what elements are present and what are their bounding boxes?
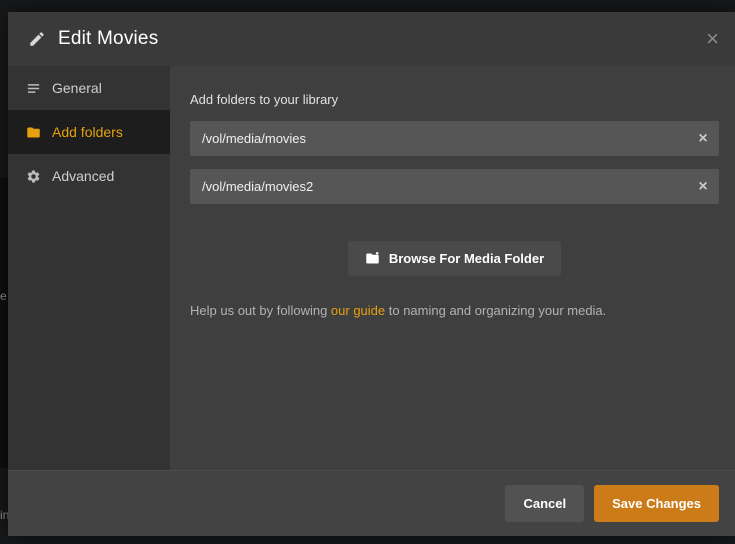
section-label: Add folders to your library <box>190 92 339 107</box>
remove-folder-icon[interactable]: × <box>687 169 719 204</box>
sidebar-item-label: General <box>52 80 102 96</box>
add-folders-panel: Add folders to your library × × Browse F… <box>170 66 735 470</box>
folder-icon <box>26 125 41 140</box>
folder-input-row: × <box>190 169 719 204</box>
modal-footer: Cancel Save Changes <box>8 470 735 536</box>
help-text-suffix: to naming and organizing your media. <box>385 303 607 318</box>
tab-general[interactable]: General <box>8 66 170 110</box>
browse-button-label: Browse For Media Folder <box>388 251 545 266</box>
browse-media-folder-button[interactable]: Browse For Media Folder <box>347 241 562 276</box>
our-guide-link[interactable]: our guide <box>331 303 385 318</box>
close-icon[interactable]: × <box>706 28 719 50</box>
modal-header: Edit Movies × <box>8 12 735 66</box>
list-icon <box>26 81 41 96</box>
tab-add-folders[interactable]: Add folders <box>8 110 170 154</box>
background-text-fragment: e <box>0 289 7 303</box>
help-text-prefix: Help us out by following <box>190 303 331 318</box>
help-text: Help us out by following our guide to na… <box>190 303 719 318</box>
folder-path-input[interactable] <box>190 169 719 204</box>
cancel-button[interactable]: Cancel <box>505 485 585 522</box>
browse-folder-icon <box>365 251 380 266</box>
remove-folder-icon[interactable]: × <box>687 121 719 156</box>
save-changes-button[interactable]: Save Changes <box>594 485 719 522</box>
folder-path-input[interactable] <box>190 121 719 156</box>
background-poster-edge <box>0 178 8 468</box>
tab-advanced[interactable]: Advanced <box>8 154 170 198</box>
sidebar-item-label: Advanced <box>52 168 115 184</box>
gear-icon <box>26 169 41 184</box>
folder-input-row: × <box>190 121 719 156</box>
edit-library-modal: Edit Movies × General Add folders Advanc… <box>8 12 735 536</box>
modal-sidebar: General Add folders Advanced <box>8 66 170 470</box>
modal-title: Edit Movies <box>58 28 159 49</box>
sidebar-item-label: Add folders <box>52 124 123 140</box>
edit-pencil-icon <box>28 30 46 48</box>
modal-body: General Add folders Advanced Add folders… <box>8 66 735 470</box>
